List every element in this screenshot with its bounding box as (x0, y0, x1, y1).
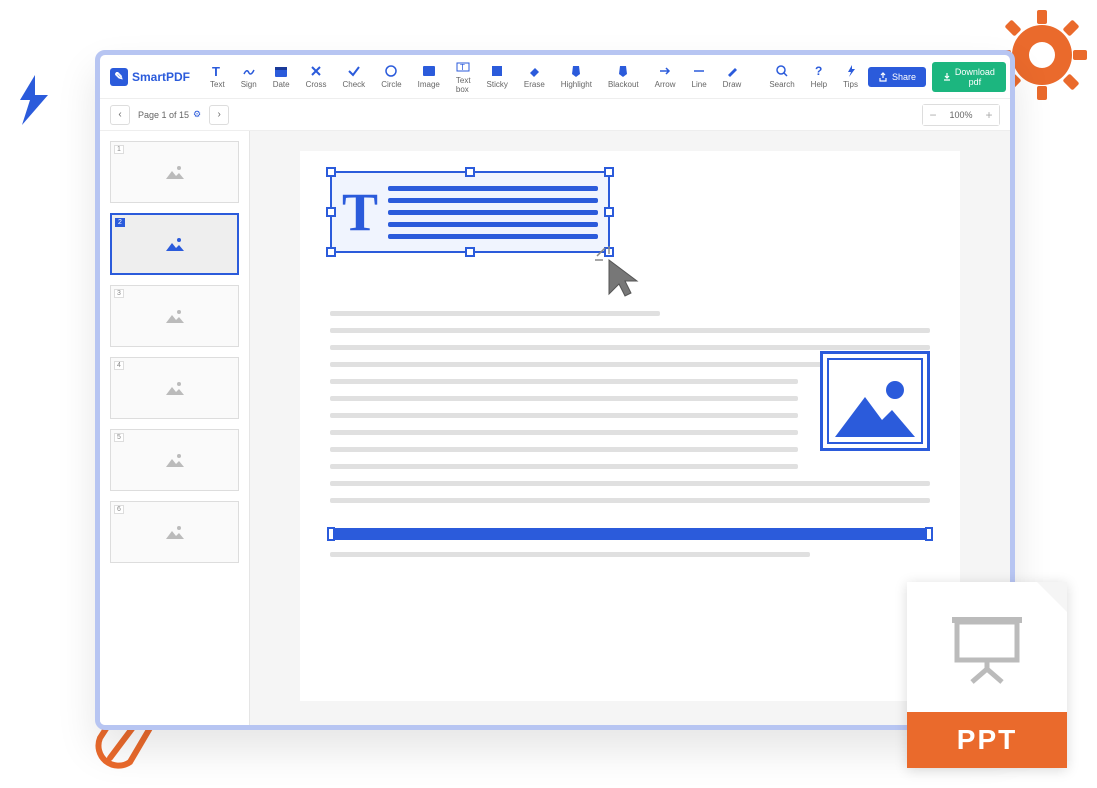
eraser-icon (527, 64, 541, 78)
tool-draw[interactable]: Draw (717, 61, 748, 92)
text-selection-box[interactable]: T (330, 171, 610, 253)
tool-textbox[interactable]: TText box (450, 57, 477, 97)
zoom-in-button[interactable]: + (979, 105, 999, 125)
blackout-icon (616, 64, 630, 78)
tool-check[interactable]: Check (337, 61, 372, 92)
zoom-out-button[interactable]: − (923, 105, 943, 125)
tool-text[interactable]: TText (204, 61, 231, 92)
ppt-file-badge: PPT (907, 582, 1067, 768)
help-icon: ? (812, 64, 826, 78)
image-element[interactable] (820, 351, 930, 451)
tool-help[interactable]: ?Help (805, 61, 833, 92)
text-dropcap: T (342, 185, 378, 239)
thumbnail-5[interactable]: 5 (110, 429, 239, 491)
image-placeholder-icon (164, 307, 186, 325)
tool-image[interactable]: Image (412, 61, 446, 92)
document-page[interactable]: T (300, 151, 960, 701)
presentation-icon (947, 607, 1027, 687)
body-text-line (330, 552, 810, 557)
thumbnails-sidebar: 1 2 3 4 5 6 (100, 131, 250, 725)
resize-handle-icon[interactable] (326, 247, 336, 257)
check-icon (347, 64, 361, 78)
cursor-pointer-icon (595, 246, 645, 301)
zoom-value: 100% (943, 110, 979, 120)
resize-handle-icon[interactable] (465, 167, 475, 177)
image-placeholder-icon (164, 451, 186, 469)
svg-text:?: ? (815, 64, 822, 78)
sub-toolbar: ‹ Page 1 of 15 ⚙ › − 100% + (100, 99, 1010, 131)
page-settings-icon[interactable]: ⚙ (193, 109, 201, 120)
resize-handle-icon[interactable] (925, 527, 933, 541)
pencil-icon (725, 64, 739, 78)
brand-icon: ✎ (110, 68, 128, 86)
tool-cross[interactable]: Cross (300, 61, 333, 92)
sign-icon (242, 64, 256, 78)
image-icon (422, 64, 436, 78)
ppt-label: PPT (907, 712, 1067, 768)
arrow-icon (658, 64, 672, 78)
tool-date[interactable]: Date (267, 61, 296, 92)
circle-icon (384, 64, 398, 78)
tool-sticky[interactable]: Sticky (481, 61, 514, 92)
tool-tips[interactable]: Tips (837, 61, 864, 92)
calendar-icon (274, 64, 288, 78)
text-content-lines (388, 186, 598, 239)
resize-handle-icon[interactable] (465, 247, 475, 257)
thumbnail-6[interactable]: 6 (110, 501, 239, 563)
share-icon (878, 72, 888, 82)
svg-text:T: T (460, 63, 465, 72)
thumbnail-1[interactable]: 1 (110, 141, 239, 203)
mountain-image-icon (830, 372, 920, 442)
image-placeholder-icon (164, 163, 186, 181)
selected-line-element[interactable] (330, 528, 930, 540)
highlight-icon (569, 64, 583, 78)
tool-line[interactable]: Line (686, 61, 713, 92)
resize-handle-icon[interactable] (604, 247, 614, 257)
resize-handle-icon[interactable] (327, 527, 335, 541)
cross-icon (309, 64, 323, 78)
zoom-control: − 100% + (922, 104, 1000, 126)
resize-handle-icon[interactable] (604, 207, 614, 217)
resize-handle-icon[interactable] (604, 167, 614, 177)
canvas-area[interactable]: T (250, 131, 1010, 725)
main-toolbar: ✎ SmartPDF TText Sign Date Cross Check C… (100, 55, 1010, 99)
text-icon: T (210, 64, 224, 78)
brand-logo[interactable]: ✎ SmartPDF (110, 68, 190, 86)
download-button[interactable]: Download pdf (932, 62, 1006, 92)
resize-handle-icon[interactable] (326, 207, 336, 217)
thumbnail-2[interactable]: 2 (110, 213, 239, 275)
brand-text: SmartPDF (132, 70, 190, 84)
image-placeholder-icon (164, 379, 186, 397)
resize-handle-icon[interactable] (326, 167, 336, 177)
search-icon (775, 64, 789, 78)
bolt-icon (844, 64, 858, 78)
app-window: ✎ SmartPDF TText Sign Date Cross Check C… (95, 50, 1015, 730)
image-placeholder-icon (164, 523, 186, 541)
tool-highlight[interactable]: Highlight (555, 61, 598, 92)
line-icon (692, 64, 706, 78)
tool-circle[interactable]: Circle (375, 61, 407, 92)
tool-erase[interactable]: Erase (518, 61, 551, 92)
image-placeholder-icon (164, 235, 186, 253)
sticky-icon (490, 64, 504, 78)
tool-sign[interactable]: Sign (235, 61, 263, 92)
tool-search[interactable]: Search (763, 61, 800, 92)
page-indicator: Page 1 of 15 ⚙ (138, 109, 201, 120)
workspace: 1 2 3 4 5 6 T (100, 131, 1010, 725)
svg-text:T: T (212, 64, 220, 78)
tool-blackout[interactable]: Blackout (602, 61, 645, 92)
thumbnail-4[interactable]: 4 (110, 357, 239, 419)
prev-page-button[interactable]: ‹ (110, 105, 130, 125)
tool-arrow[interactable]: Arrow (649, 61, 682, 92)
textbox-icon: T (456, 60, 470, 74)
thumbnail-3[interactable]: 3 (110, 285, 239, 347)
share-button[interactable]: Share (868, 67, 926, 87)
next-page-button[interactable]: › (209, 105, 229, 125)
decoration-bolt-icon (10, 70, 60, 130)
download-icon (942, 72, 950, 82)
